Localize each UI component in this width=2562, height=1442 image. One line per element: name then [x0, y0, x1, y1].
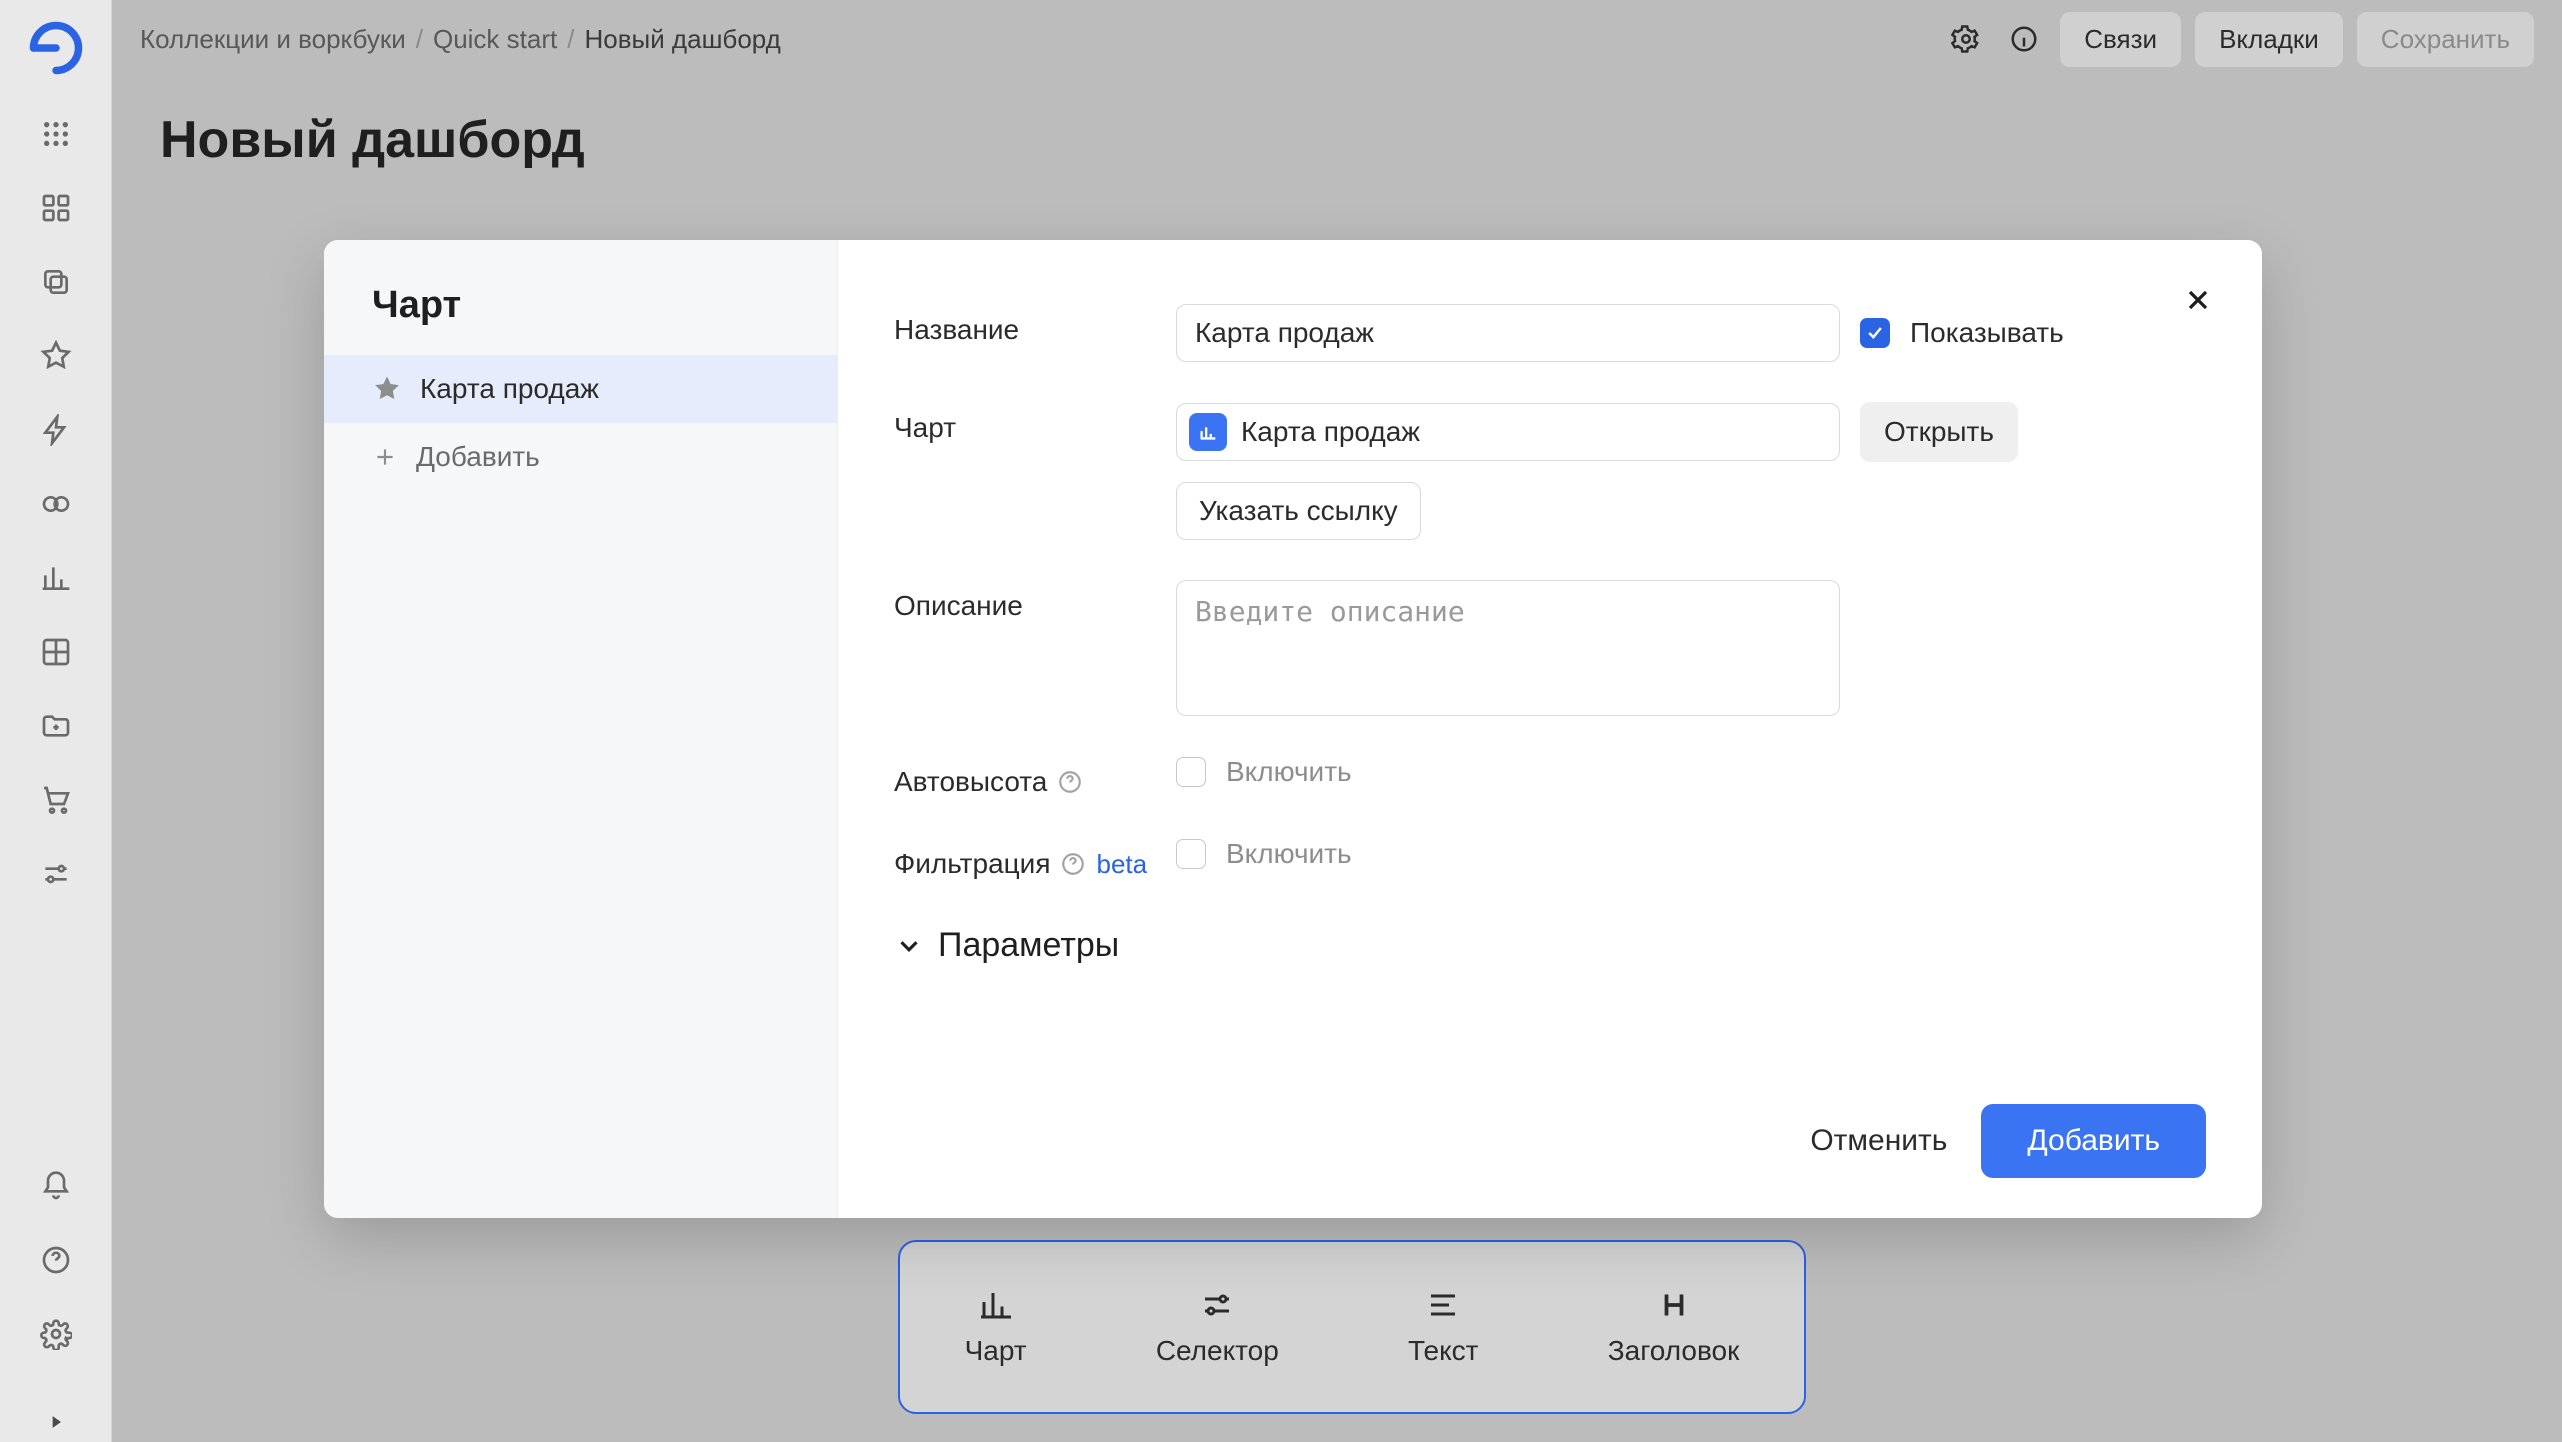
label-filtering: Фильтрация beta [894, 838, 1176, 880]
modal-title: Чарт [324, 240, 837, 355]
modal-sidebar: Чарт Карта продаж Добавить [324, 240, 838, 1218]
params-label: Параметры [938, 926, 1119, 965]
help-tooltip-icon[interactable] [1057, 769, 1083, 795]
cancel-button[interactable]: Отменить [1810, 1124, 1947, 1158]
beta-badge: beta [1096, 849, 1147, 880]
label-chart: Чарт [894, 402, 1176, 444]
close-icon[interactable] [2178, 280, 2218, 320]
description-input[interactable] [1176, 580, 1840, 716]
chart-modal: Чарт Карта продаж Добавить Название Пока… [324, 240, 2262, 1218]
autoheight-checkbox-label: Включить [1226, 756, 1352, 788]
show-checkbox[interactable] [1860, 318, 1890, 348]
label-autoheight: Автовысота [894, 756, 1176, 798]
help-tooltip-icon[interactable] [1060, 851, 1086, 877]
star-filled-icon [372, 374, 402, 404]
filtering-checkbox[interactable] [1176, 839, 1206, 869]
show-checkbox-label: Показывать [1910, 317, 2064, 349]
label-name: Название [894, 304, 1176, 346]
chart-chip-icon [1189, 413, 1227, 451]
chart-select[interactable]: Карта продаж [1176, 403, 1840, 461]
params-toggle[interactable]: Параметры [894, 900, 2206, 965]
chart-select-value: Карта продаж [1241, 416, 1420, 448]
name-input[interactable] [1176, 304, 1840, 362]
chart-list-item-selected[interactable]: Карта продаж [324, 355, 837, 423]
specify-link-button[interactable]: Указать ссылку [1176, 482, 1421, 540]
chart-list-add-label: Добавить [416, 441, 540, 473]
chart-list-item-label: Карта продаж [420, 373, 599, 405]
modal-body: Название Показывать Чарт Карта продаж От [838, 240, 2262, 1218]
plus-icon [372, 444, 398, 470]
open-button[interactable]: Открыть [1860, 402, 2018, 462]
add-button[interactable]: Добавить [1981, 1104, 2206, 1178]
chart-list-add[interactable]: Добавить [324, 423, 837, 491]
autoheight-checkbox[interactable] [1176, 757, 1206, 787]
filtering-checkbox-label: Включить [1226, 838, 1352, 870]
label-description: Описание [894, 580, 1176, 622]
